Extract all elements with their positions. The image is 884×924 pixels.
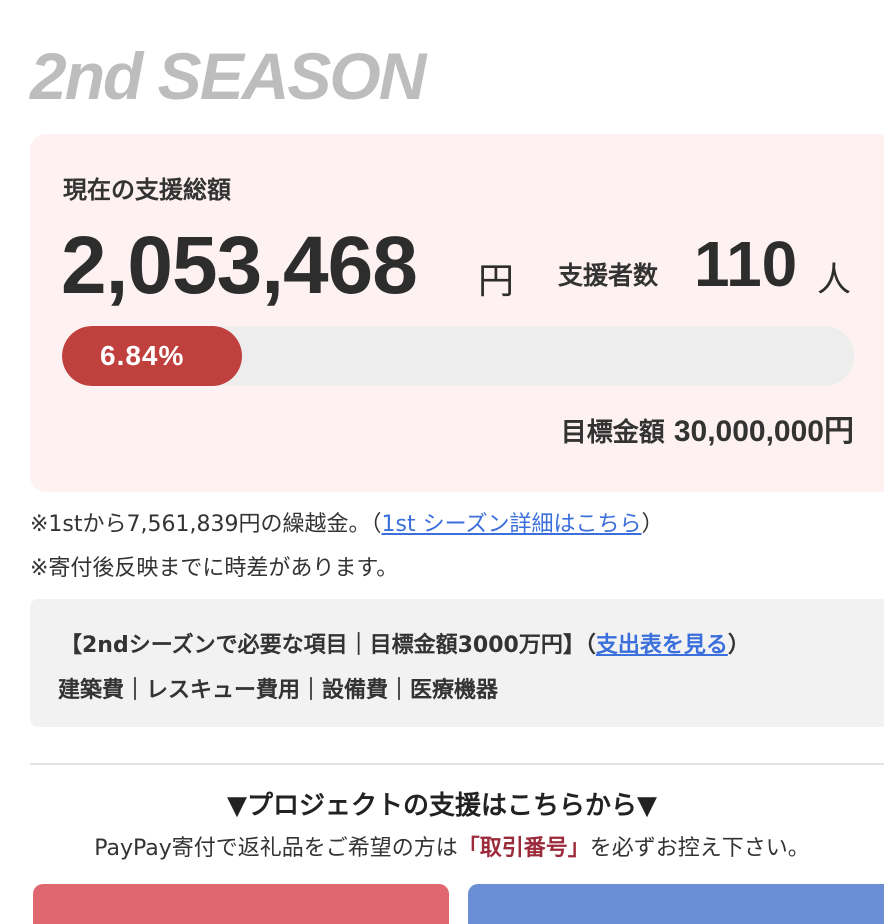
support-button-left[interactable] <box>33 884 449 924</box>
section-divider <box>30 763 884 765</box>
person-unit: 人 <box>817 260 851 300</box>
required-items-title: 【2ndシーズンで必要な項目｜目標金額3000万円】（支出表を見る） <box>60 627 750 659</box>
required-items-box: 【2ndシーズンで必要な項目｜目標金額3000万円】（支出表を見る） 建築費｜レ… <box>30 599 884 727</box>
delay-note: ※寄付後反映までに時差があります。 <box>30 556 399 581</box>
funding-summary-card: 現在の支援総額 2,053,468 円 支援者数 110 人 6.84% 目標金… <box>30 134 884 492</box>
progress-percent: 6.84% <box>100 340 185 371</box>
season-title: 2nd SEASON <box>30 39 426 113</box>
supporters-label: 支援者数 <box>558 261 659 290</box>
required-items-title-close: ） <box>727 633 750 658</box>
required-items-title-text: 【2ndシーズンで必要な項目｜目標金額3000万円】（ <box>60 633 596 658</box>
expense-table-link[interactable]: 支出表を見る <box>596 633 728 658</box>
yen-unit: 円 <box>478 261 515 302</box>
carryover-note-close: ） <box>641 512 664 537</box>
support-cta-heading: ▼プロジェクトの支援はこちらから▼ <box>227 791 657 821</box>
carryover-note-text: ※1stから7,561,839円の繰越金。（ <box>30 512 382 537</box>
goal-amount-row: 目標金額 30,000,000円 <box>561 406 854 450</box>
total-support-amount: 2,053,468 <box>61 220 418 311</box>
goal-label: 目標金額 <box>560 418 665 448</box>
supporters-count: 110 <box>694 228 798 300</box>
paypay-note: PayPay寄付で返礼品をご希望の方は「取引番号」を必ずお控え下さい。 <box>0 830 884 862</box>
paypay-note-text: PayPay寄付で返礼品をご希望の方は <box>94 836 458 861</box>
paypay-note-suffix: を必ずお控え下さい。 <box>589 836 810 861</box>
first-season-details-link[interactable]: 1st シーズン詳細はこちら <box>382 512 642 537</box>
transaction-number-emphasis: 「取引番号」 <box>457 836 590 861</box>
goal-value: 30,000,000円 <box>673 415 854 448</box>
required-items-list: 建築費｜レスキュー費用｜設備費｜医療機器 <box>58 678 499 703</box>
carryover-note: ※1stから7,561,839円の繰越金。（1st シーズン詳細はこちら） <box>30 506 664 538</box>
support-button-right[interactable] <box>468 884 884 924</box>
total-support-label: 現在の支援総額 <box>63 176 231 204</box>
progress-bar: 6.84% <box>62 326 854 386</box>
